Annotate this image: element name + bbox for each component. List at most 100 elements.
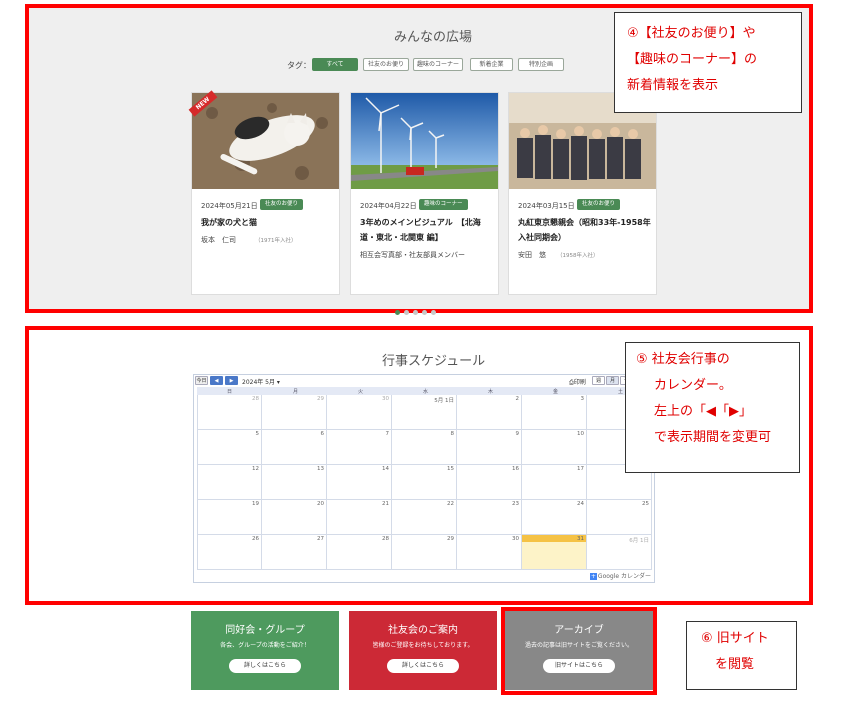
archive-highlight bbox=[501, 607, 657, 695]
annotation-line: 左上の「◀「▶」 bbox=[654, 404, 752, 419]
month-view-tab[interactable]: 月 bbox=[606, 376, 619, 385]
day-number: 19 bbox=[252, 501, 259, 507]
calendar-day-cell[interactable]: 15 bbox=[392, 465, 457, 500]
carousel-dot[interactable] bbox=[413, 310, 418, 315]
next-month-button[interactable]: ▶ bbox=[225, 376, 238, 385]
week-view-tab[interactable]: 週 bbox=[592, 376, 605, 385]
details-button[interactable]: 詳しくはこちら bbox=[387, 659, 459, 673]
calendar-day-cell[interactable]: 22 bbox=[392, 500, 457, 535]
calendar-toolbar: 今日 ◀ ▶ 2024年 5月 ▾ ⎙印刷 週 月 予定 bbox=[194, 375, 654, 387]
annotation-4: ④【社友のお便り】や 【趣味のコーナー】の 新着情報を表示 bbox=[614, 12, 802, 113]
card-title[interactable]: 我が家の犬と猫 bbox=[201, 215, 335, 230]
day-number: 29 bbox=[447, 536, 454, 542]
day-number: 23 bbox=[512, 501, 519, 507]
card-category[interactable]: 社友のお便り bbox=[260, 199, 304, 210]
calendar-day-cell[interactable]: 7 bbox=[327, 430, 392, 465]
calendar-day-cell[interactable]: 2 bbox=[457, 395, 522, 430]
calendar-day-cell[interactable]: 6月 1日 bbox=[587, 535, 652, 570]
calendar-day-cell[interactable]: 19 bbox=[197, 500, 262, 535]
news-card[interactable]: NEW 2024年05月21日 社友のお便り 我が家の犬と猫 坂本 仁司 （19… bbox=[188, 90, 340, 295]
print-label: 印刷 bbox=[573, 379, 586, 386]
calendar-day-cell[interactable]: 24 bbox=[522, 500, 587, 535]
news-card[interactable]: 2024年04月22日 趣味のコーナー 3年めのメインビジュアル 【北海道・東北… bbox=[350, 92, 499, 295]
card-date: 2024年03月15日 bbox=[518, 202, 575, 210]
card-title[interactable]: 3年めのメインビジュアル 【北海道・東北・北関東 編】 bbox=[360, 215, 494, 245]
calendar-day-cell[interactable]: 6 bbox=[262, 430, 327, 465]
calendar-day-cell[interactable]: 29 bbox=[262, 395, 327, 430]
annotation-line: を閲覧 bbox=[715, 657, 755, 672]
day-number: 5 bbox=[255, 431, 260, 437]
day-number: 25 bbox=[642, 501, 649, 507]
day-number: 5月 1日 bbox=[434, 398, 454, 404]
calendar-day-cell[interactable]: 30 bbox=[327, 395, 392, 430]
carousel-dot[interactable] bbox=[422, 310, 427, 315]
calendar-day-cell[interactable]: 21 bbox=[327, 500, 392, 535]
calendar-day-cell[interactable]: 12 bbox=[197, 465, 262, 500]
banner-groups[interactable]: 同好会・グループ 各会、グループの活動をご紹介！ 詳しくはこちら bbox=[191, 611, 339, 690]
calendar-day-cell[interactable]: 23 bbox=[457, 500, 522, 535]
weekday: 金 bbox=[553, 389, 559, 395]
banner-desc: 皆様のご登録をお待ちしております。 bbox=[372, 642, 474, 649]
calendar-day-cell[interactable]: 9 bbox=[457, 430, 522, 465]
details-button[interactable]: 詳しくはこちら bbox=[229, 659, 301, 673]
weekday: 土 bbox=[618, 389, 624, 395]
calendar-day-cell[interactable]: 13 bbox=[262, 465, 327, 500]
calendar-day-cell[interactable]: 20 bbox=[262, 500, 327, 535]
news-card[interactable]: 2024年03月15日 社友のお便り 丸紅東京懇親会（昭和33年-1958年入社… bbox=[508, 92, 657, 295]
day-number: 16 bbox=[512, 466, 519, 472]
tag-all[interactable]: すべて bbox=[312, 58, 358, 71]
carousel-dot[interactable] bbox=[404, 310, 409, 315]
prev-month-button[interactable]: ◀ bbox=[210, 376, 223, 385]
card-category[interactable]: 社友のお便り bbox=[577, 199, 621, 210]
calendar-grid: 2829305月 1日23456789101112131415161718192… bbox=[197, 395, 653, 570]
tag-new-company[interactable]: 新着企業 bbox=[470, 58, 513, 71]
day-number: 20 bbox=[317, 501, 324, 507]
calendar-day-cell[interactable]: 14 bbox=[327, 465, 392, 500]
calendar-day-cell[interactable]: 28 bbox=[197, 395, 262, 430]
calendar-day-cell[interactable]: 27 bbox=[262, 535, 327, 570]
plaza-title: みんなの広場 bbox=[394, 30, 473, 45]
banner-title: 同好会・グループ bbox=[225, 625, 305, 636]
day-number: 2 bbox=[515, 396, 520, 402]
annotation-line: 新着情報を表示 bbox=[627, 78, 719, 93]
annotation-line: ⑥ 旧サイト bbox=[701, 631, 769, 646]
carousel-dots bbox=[395, 300, 440, 319]
banner-guide[interactable]: 社友会のご案内 皆様のご登録をお待ちしております。 詳しくはこちら bbox=[349, 611, 497, 690]
calendar-day-cell[interactable]: 17 bbox=[522, 465, 587, 500]
tag-letters[interactable]: 社友のお便り bbox=[363, 58, 409, 71]
calendar-day-cell[interactable]: 5月 1日 bbox=[392, 395, 457, 430]
day-number: 27 bbox=[317, 536, 324, 542]
calendar-day-cell[interactable]: 5 bbox=[197, 430, 262, 465]
weekday: 水 bbox=[423, 389, 429, 395]
day-number: 24 bbox=[577, 501, 584, 507]
day-number: 26 bbox=[252, 536, 259, 542]
tag-special[interactable]: 特別企画 bbox=[518, 58, 564, 71]
day-number: 15 bbox=[447, 466, 454, 472]
carousel-dot[interactable] bbox=[395, 310, 400, 315]
calendar-day-cell[interactable]: 8 bbox=[392, 430, 457, 465]
google-calendar-link[interactable]: + Google カレンダー bbox=[589, 571, 651, 580]
card-year: （1958年入社） bbox=[557, 253, 599, 259]
calendar-day-cell[interactable]: 16 bbox=[457, 465, 522, 500]
annotation-line: で表示期間を変更可 bbox=[654, 430, 772, 445]
tag-hobby[interactable]: 趣味のコーナー bbox=[413, 58, 463, 71]
print-button[interactable]: ⎙印刷 bbox=[569, 377, 586, 387]
calendar-day-cell[interactable]: 25 bbox=[587, 500, 652, 535]
month-selector[interactable]: 2024年 5月 ▾ bbox=[242, 377, 280, 386]
card-category[interactable]: 趣味のコーナー bbox=[419, 199, 468, 210]
card-title[interactable]: 丸紅東京懇親会（昭和33年-1958年入社同期会） bbox=[518, 215, 652, 245]
calendar-day-cell[interactable]: 31 bbox=[522, 535, 587, 570]
day-number: 6月 1日 bbox=[629, 538, 649, 544]
calendar-day-cell[interactable]: 3 bbox=[522, 395, 587, 430]
day-number: 28 bbox=[252, 396, 259, 402]
calendar-day-cell[interactable]: 29 bbox=[392, 535, 457, 570]
calendar-day-cell[interactable]: 28 bbox=[327, 535, 392, 570]
schedule-title: 行事スケジュール bbox=[382, 354, 486, 369]
banner-title: 社友会のご案内 bbox=[388, 625, 458, 636]
calendar-day-cell[interactable]: 10 bbox=[522, 430, 587, 465]
today-button[interactable]: 今日 bbox=[195, 376, 208, 385]
calendar-day-cell[interactable]: 30 bbox=[457, 535, 522, 570]
carousel-dot[interactable] bbox=[431, 310, 436, 315]
card-date: 2024年05月21日 bbox=[201, 202, 258, 210]
calendar-day-cell[interactable]: 26 bbox=[197, 535, 262, 570]
